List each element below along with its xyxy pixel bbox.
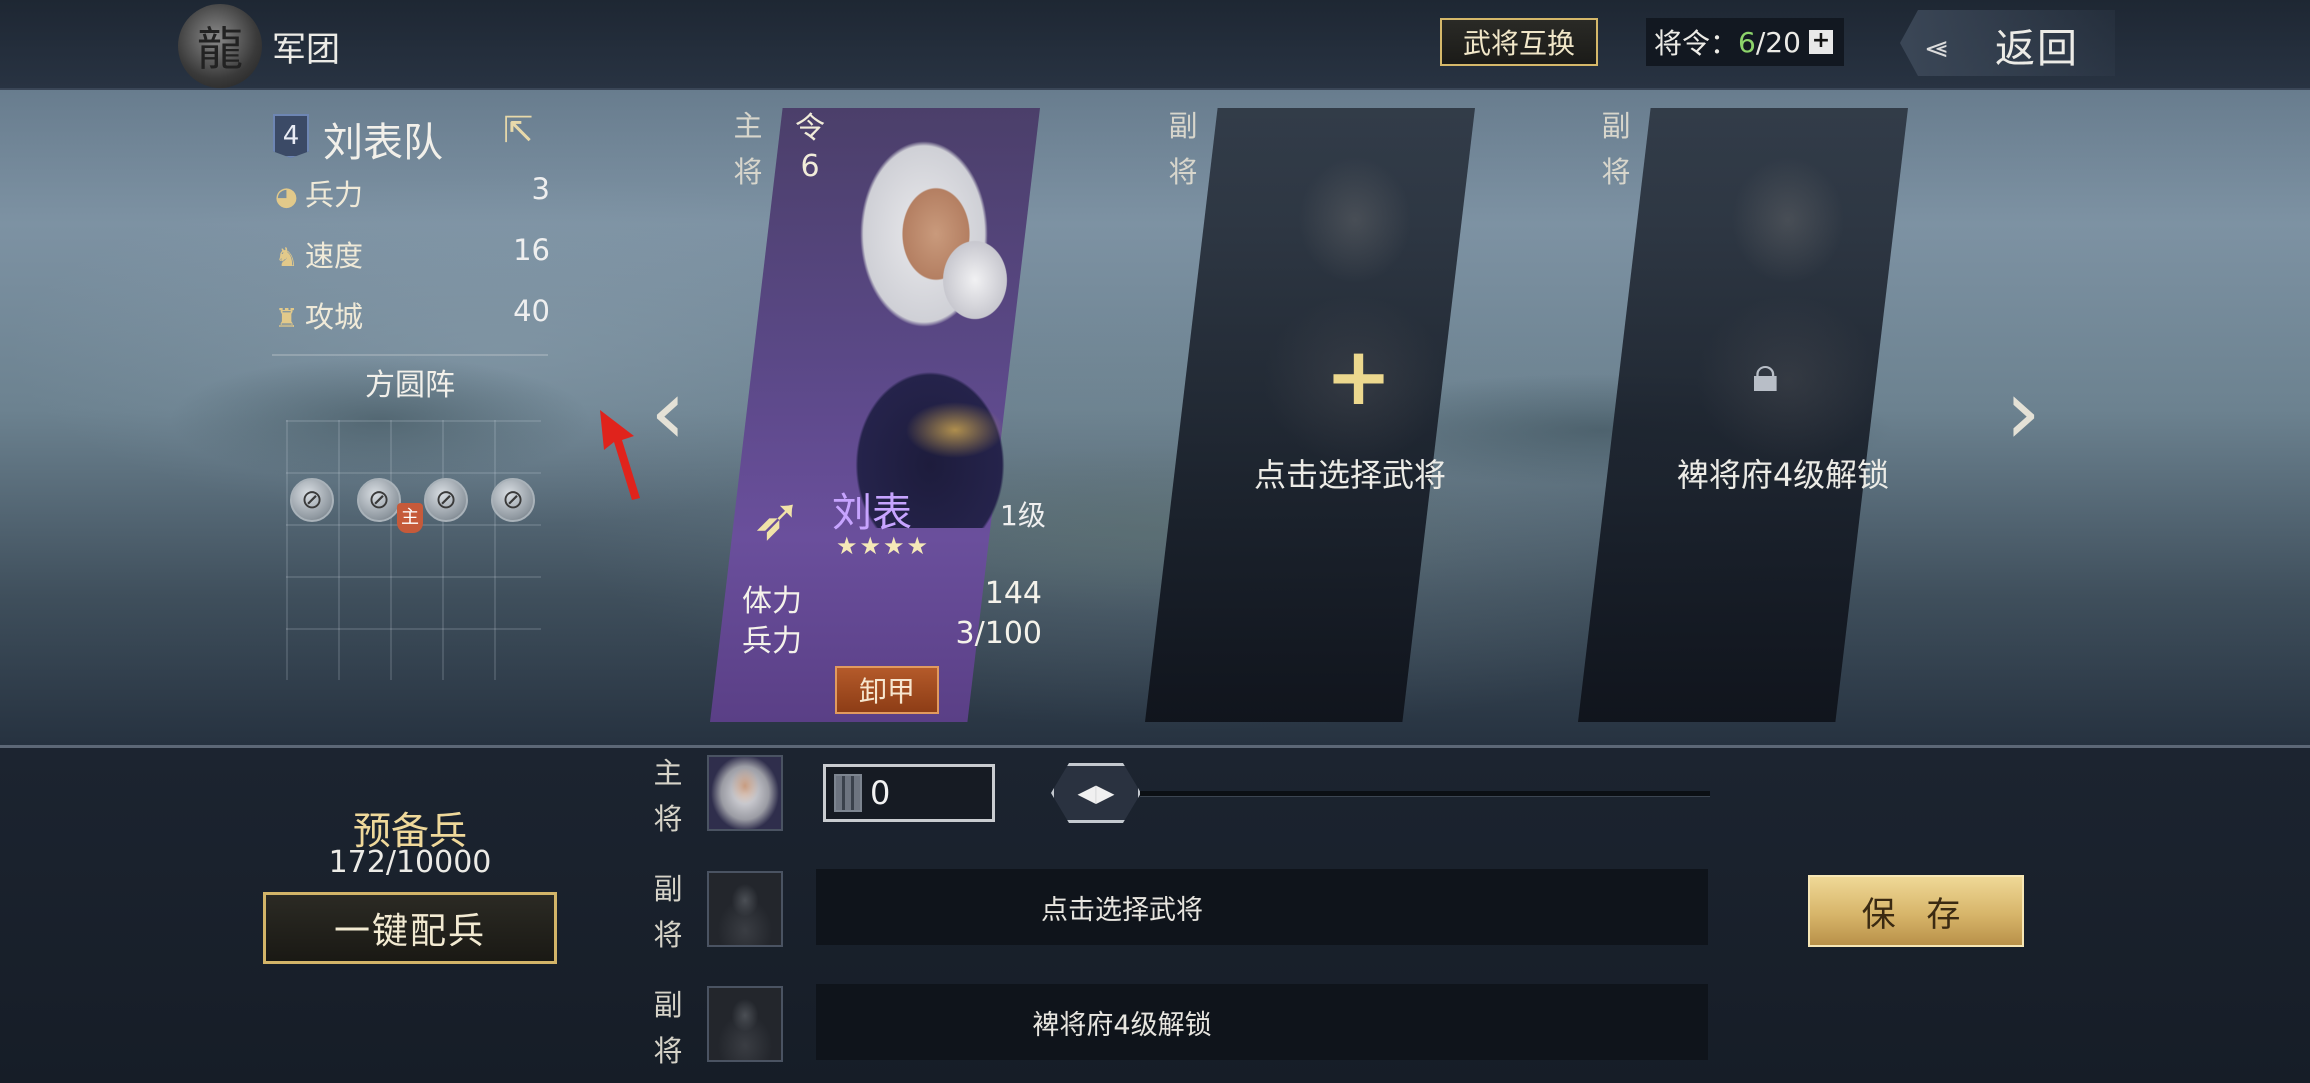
label-char: 将	[1601, 155, 1631, 189]
stat-label: 速度	[305, 239, 364, 273]
main-hero-thumbnail[interactable]	[707, 755, 783, 831]
troop-slider-track[interactable]	[1140, 791, 1710, 797]
stat-value: 3	[531, 172, 550, 206]
stat-label: 兵力	[305, 178, 364, 212]
label-char: 将	[653, 918, 683, 952]
unlock-requirement-text: 裨将府4级解锁	[1032, 1009, 1212, 1041]
hero-swap-button[interactable]: 武将互换	[1440, 18, 1598, 66]
label-char: 副	[1601, 109, 1631, 143]
archer-unit-icon: ⊘	[357, 478, 401, 522]
label-char: 将	[1168, 155, 1198, 189]
team-number-badge: 4	[273, 114, 309, 158]
label-char: 将	[733, 155, 763, 189]
stat-value: 16	[513, 233, 550, 267]
hero-level: 1级	[1000, 499, 1046, 532]
stat-row-troops: ◕ 兵力 3	[275, 172, 550, 216]
horse-icon: ♞	[275, 243, 299, 273]
troop-slider-handle[interactable]: ◀▶	[1051, 763, 1141, 823]
stat-value: 40	[513, 294, 550, 328]
page-title: 军团	[272, 30, 340, 70]
archer-unit-icon: ⊘	[290, 478, 334, 522]
divider	[272, 354, 548, 356]
vice-hero-thumbnail-1[interactable]	[707, 871, 783, 947]
label-char: 将	[653, 1034, 683, 1068]
prev-page-arrow-icon[interactable]: ‹	[650, 360, 686, 465]
troop-count-value[interactable]: 0	[870, 774, 890, 812]
troop-count-input[interactable]: 0	[823, 764, 995, 822]
hero-stars: ★★★★	[836, 532, 931, 560]
add-orders-button[interactable]: +	[1808, 30, 1833, 54]
bow-icon: ➶	[752, 484, 803, 554]
order-token: 令 6	[790, 110, 830, 186]
tower-icon: ♜	[275, 304, 299, 334]
stat-value: 3/100	[955, 616, 1042, 651]
vice-slot-label-1: 副 将	[1168, 103, 1198, 195]
label-char: 副	[653, 872, 683, 906]
back-arrow-icon[interactable]: ⪡	[1926, 29, 1947, 65]
back-label[interactable]: 返回	[1995, 16, 2079, 74]
unlock-requirement-text: 裨将府4级解锁	[1676, 456, 1890, 494]
label-char: 主	[653, 756, 683, 790]
orders-counter: 将令： 6 /20 +	[1646, 18, 1844, 66]
next-page-arrow-icon[interactable]: ›	[2005, 360, 2041, 465]
hero-beard	[930, 240, 1020, 340]
archer-unit-icon: ⊘	[424, 478, 468, 522]
label-char: 副	[1168, 109, 1198, 143]
hero-troops-row: 兵力 3/100	[742, 616, 1042, 660]
share-icon[interactable]: ⇱	[503, 110, 533, 151]
hero-armor-trim	[880, 380, 1030, 480]
orders-current: 6	[1738, 25, 1756, 59]
vice-row-label-1: 副 将	[650, 866, 686, 958]
helmet-icon: ◕	[275, 182, 298, 212]
dragon-emblem-icon: 龍	[178, 4, 262, 88]
stat-value: 144	[984, 576, 1042, 611]
archer-unit-icon: ⊘	[491, 478, 535, 522]
formation-name: 方圆阵	[365, 368, 455, 403]
stat-row-speed: ♞ 速度 16	[275, 233, 550, 277]
unequip-button[interactable]: 卸甲	[835, 666, 939, 714]
reserve-value: 172/10000	[328, 845, 492, 880]
stat-label: 攻城	[305, 300, 364, 334]
token-count: 6	[800, 149, 820, 184]
label-char: 将	[653, 802, 683, 836]
vice-row-label-2: 副 将	[650, 982, 686, 1074]
vice-row-locked-2: 裨将府4级解锁	[816, 984, 1708, 1060]
label-char: 副	[653, 988, 683, 1022]
vice-hero-thumbnail-2	[707, 986, 783, 1062]
commander-marker: 主	[397, 503, 423, 533]
vice-slot-label-2: 副 将	[1601, 103, 1631, 195]
auto-assign-button[interactable]: 一键配兵	[263, 892, 557, 964]
hero-stamina-row: 体力 144	[742, 576, 1042, 620]
stat-row-siege: ♜ 攻城 40	[275, 294, 550, 338]
calculator-icon[interactable]	[834, 774, 862, 812]
save-button[interactable]: 保 存	[1808, 875, 2024, 947]
red-pointer-arrow-icon	[600, 410, 640, 500]
main-row-label: 主 将	[650, 750, 686, 842]
main-slot-label: 主 将	[733, 103, 763, 195]
team-name: 刘表队	[323, 120, 443, 166]
stat-label: 体力	[742, 584, 802, 619]
orders-label: 将令：	[1654, 27, 1739, 60]
add-hero-plus-icon[interactable]: +	[1325, 330, 1392, 423]
hero-name: 刘表	[832, 490, 912, 536]
ghost-silhouette	[1668, 140, 1908, 460]
vice-row-select-1[interactable]: 点击选择武将	[816, 869, 1708, 945]
formation-grid	[286, 420, 541, 680]
stat-label: 兵力	[742, 624, 802, 659]
token-char: 令	[795, 111, 825, 146]
orders-max: /20	[1755, 25, 1801, 59]
select-hero-text[interactable]: 点击选择武将	[1185, 450, 1515, 496]
select-hero-text: 点击选择武将	[1041, 894, 1203, 926]
lock-icon: 🔒︎	[1752, 345, 1779, 403]
label-char: 主	[733, 109, 763, 143]
